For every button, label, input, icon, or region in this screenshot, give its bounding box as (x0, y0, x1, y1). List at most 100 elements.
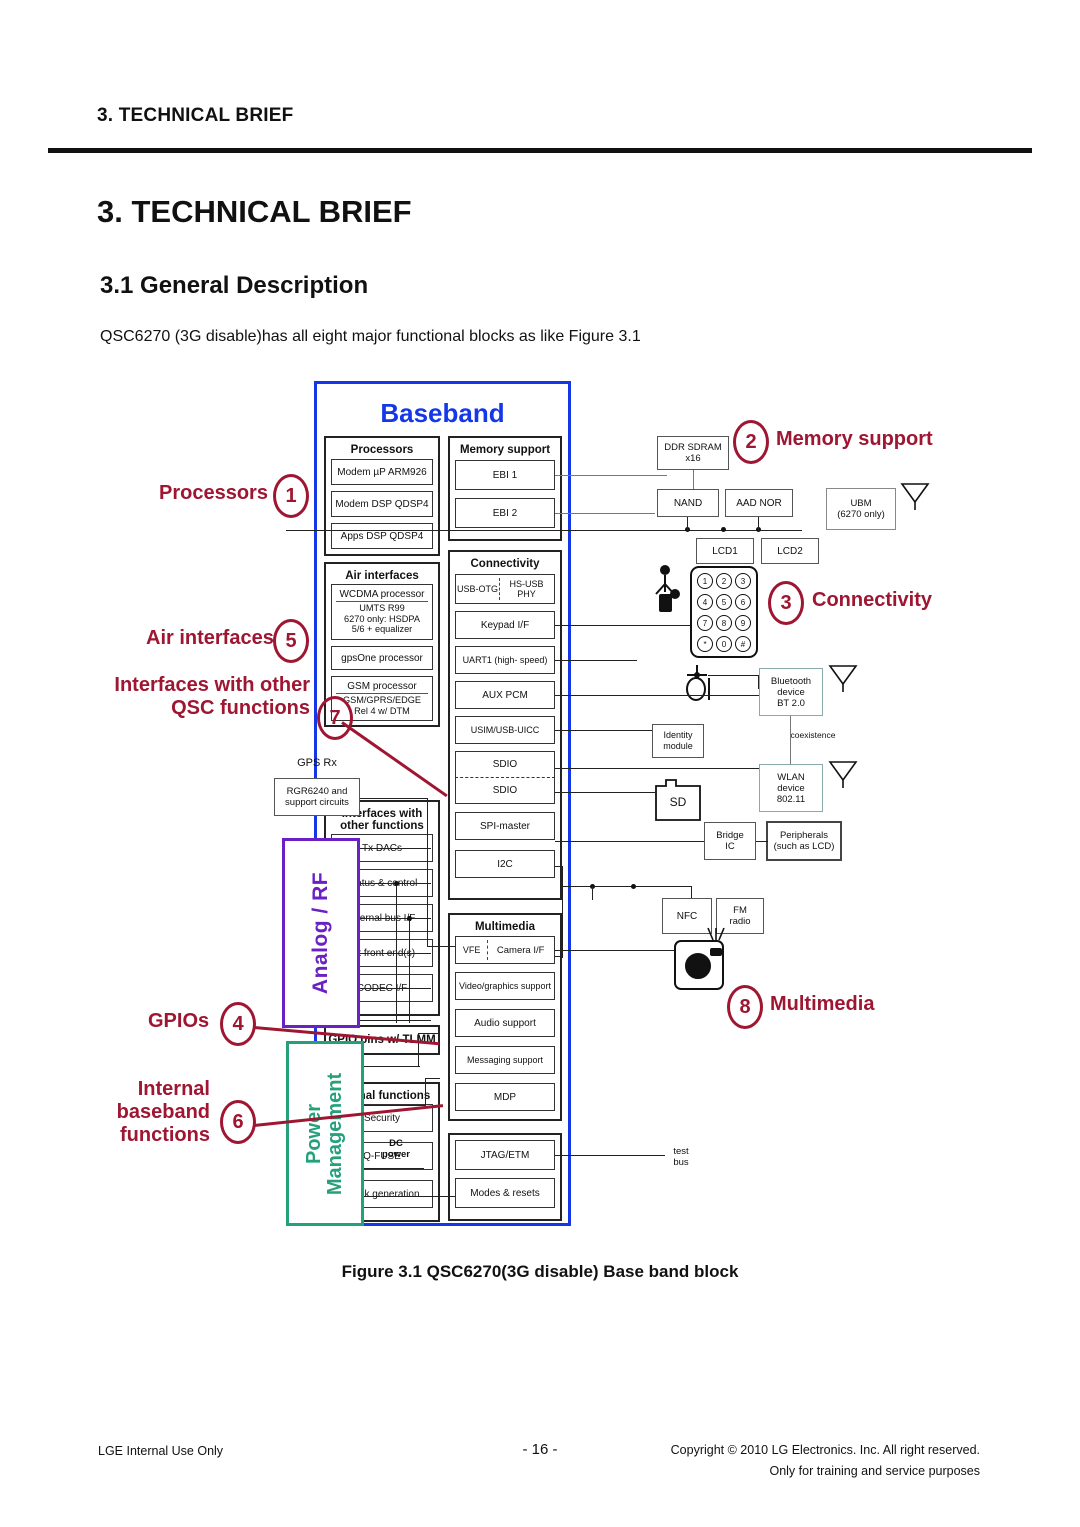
callout-label-connectivity: Connectivity (812, 589, 933, 611)
junction-fm (631, 884, 636, 889)
section-heading: 3.1 General Description (100, 272, 369, 299)
box-sdio-1: SDIO (455, 751, 555, 777)
wcdma-head: WCDMA processor (336, 589, 428, 603)
box-usb-otg-hs-usb-phy: USB-OTG HS-USB PHY (455, 574, 555, 604)
keypad-key: 0 (716, 636, 732, 652)
document-page: 3. TECHNICAL BRIEF 3. TECHNICAL BRIEF 3.… (0, 0, 1080, 1527)
box-modem-up-arm926: Modem µP ARM926 (331, 459, 433, 485)
block-analog-rf: Analog / RF (282, 838, 360, 1028)
wire-pm-2v (425, 1078, 427, 1106)
box-sdio-2: SDIO (455, 778, 555, 804)
label-coexistence: coexistence (790, 730, 836, 740)
wire-coexistence (790, 716, 792, 764)
callout-label-air-interfaces: Air interfaces (146, 627, 274, 649)
callout-number-4: 4 (220, 1002, 256, 1046)
box-ebi-2: EBI 2 (455, 498, 555, 528)
ubm-antenna-icon (900, 483, 930, 510)
wire-i2c-left-v (562, 886, 564, 958)
keypad-key: * (697, 636, 713, 652)
callout-label-gpios: GPIOs (148, 1010, 210, 1032)
block-power-management: Power Management (286, 1041, 364, 1226)
group-air-interfaces-title: Air interfaces (345, 570, 419, 582)
box-video-graphics-support: Video/graphics support (455, 972, 555, 1000)
group-processors-title: Processors (350, 444, 414, 456)
wire-nfc-v (592, 886, 594, 900)
wire-auxpcm (555, 695, 760, 697)
box-messaging-support: Messaging support (455, 1046, 555, 1074)
svg-text:SD: SD (670, 795, 687, 809)
box-modes-resets: Modes & resets (455, 1178, 555, 1208)
wire-arf-v2 (409, 918, 411, 1023)
wire-pm-1v (418, 1033, 420, 1067)
baseband-title: Baseband (380, 398, 505, 428)
wire-pm-3 (364, 1168, 424, 1170)
box-bridge-ic: Bridge IC (704, 822, 756, 860)
callout-number-8: 8 (727, 985, 763, 1029)
hs-usb-phy-label: HS-USB PHY (509, 579, 544, 599)
running-head: 3. TECHNICAL BRIEF (97, 105, 294, 126)
speaker-mic-icon (655, 565, 680, 612)
keypad-key: 6 (735, 594, 751, 610)
box-usim-usb-uicc: USIM/USB-UICC (455, 716, 555, 744)
camera-if-label: Camera I/F (496, 944, 545, 956)
junction-arf-1 (394, 881, 399, 886)
keypad-key: # (735, 636, 751, 652)
junction-lcd1 (721, 527, 726, 532)
connector-icon (686, 665, 710, 701)
footer-purpose: Only for training and service purposes (769, 1464, 980, 1478)
box-gpsone-processor: gpsOne processor (331, 646, 433, 670)
wire-pm-1 (364, 1066, 420, 1068)
box-vfe-camera-if: VFE Camera I/F (455, 936, 555, 964)
box-spi-master: SPI-master (455, 812, 555, 840)
box-lcd1: LCD1 (696, 538, 754, 564)
group-connectivity-title: Connectivity (470, 558, 540, 570)
wire-cam-bus (555, 956, 562, 958)
callout-number-5: 5 (273, 619, 309, 663)
label-test-bus: test bus (673, 1146, 689, 1168)
footer-copyright: Copyright © 2010 LG Electronics. Inc. Al… (670, 1443, 980, 1457)
callout-label-internal-baseband: Internal baseband functions (116, 1078, 210, 1146)
figure-block-diagram: Baseband Processors Modem µP ARM926 Mode… (96, 378, 984, 1250)
callout-label-processors: Processors (159, 482, 268, 504)
wire-usim (555, 730, 652, 732)
callout-label-interfaces-qsc: Interfaces with other QSC functions (114, 674, 310, 719)
box-peripherals: Peripherals (such as LCD) (766, 821, 842, 861)
box-mdp: MDP (455, 1083, 555, 1111)
figure-caption: Figure 3.1 QSC6270(3G disable) Base band… (341, 1262, 739, 1281)
box-rgr6240: RGR6240 and support circuits (274, 778, 360, 816)
box-nand: NAND (657, 489, 719, 517)
box-identity-module: Identity module (652, 724, 704, 758)
wire-pm-4 (364, 1196, 455, 1198)
wire-rgr-3 (427, 946, 455, 948)
keypad-key: 9 (735, 615, 751, 631)
callout-number-1: 1 (273, 474, 309, 518)
callout-number-6: 6 (220, 1100, 256, 1144)
wire-nand-v (687, 517, 689, 531)
wire-i2c-bus (562, 886, 692, 888)
junction-arf-2 (407, 916, 412, 921)
wire-rgr-2 (427, 798, 429, 947)
box-audio-support: Audio support (455, 1009, 555, 1037)
usb-otg-label: USB-OTG (457, 583, 499, 594)
label-gps-rx: GPS Rx (297, 757, 337, 769)
power-management-label: Power Management (303, 1072, 346, 1195)
box-modem-dsp-qdsp4: Modem DSP QDSP4 (331, 491, 433, 517)
box-ddr-sdram: DDR SDRAM x16 (657, 436, 729, 470)
wire-bridge-periph (756, 841, 768, 843)
callout-number-2: 2 (733, 420, 769, 464)
camera-lens-icon (685, 953, 711, 979)
wire-uart (555, 660, 637, 662)
wire-spi (555, 841, 704, 843)
wire-nor-v (758, 517, 760, 531)
wire-pm-2t (425, 1078, 440, 1080)
vfe-split-divider (487, 940, 489, 960)
label-dc-power: DC power (382, 1138, 410, 1160)
vfe-label: VFE (462, 944, 481, 955)
wire-camera-if (555, 950, 674, 952)
box-apps-dsp-qdsp4: Apps DSP QDSP4 (331, 523, 433, 549)
box-keypad-if: Keypad I/F (455, 611, 555, 639)
wire-bt-top (708, 675, 760, 677)
box-bluetooth-device: Bluetooth device BT 2.0 (759, 668, 823, 716)
box-aux-pcm: AUX PCM (455, 681, 555, 709)
keypad-key: 2 (716, 573, 732, 589)
